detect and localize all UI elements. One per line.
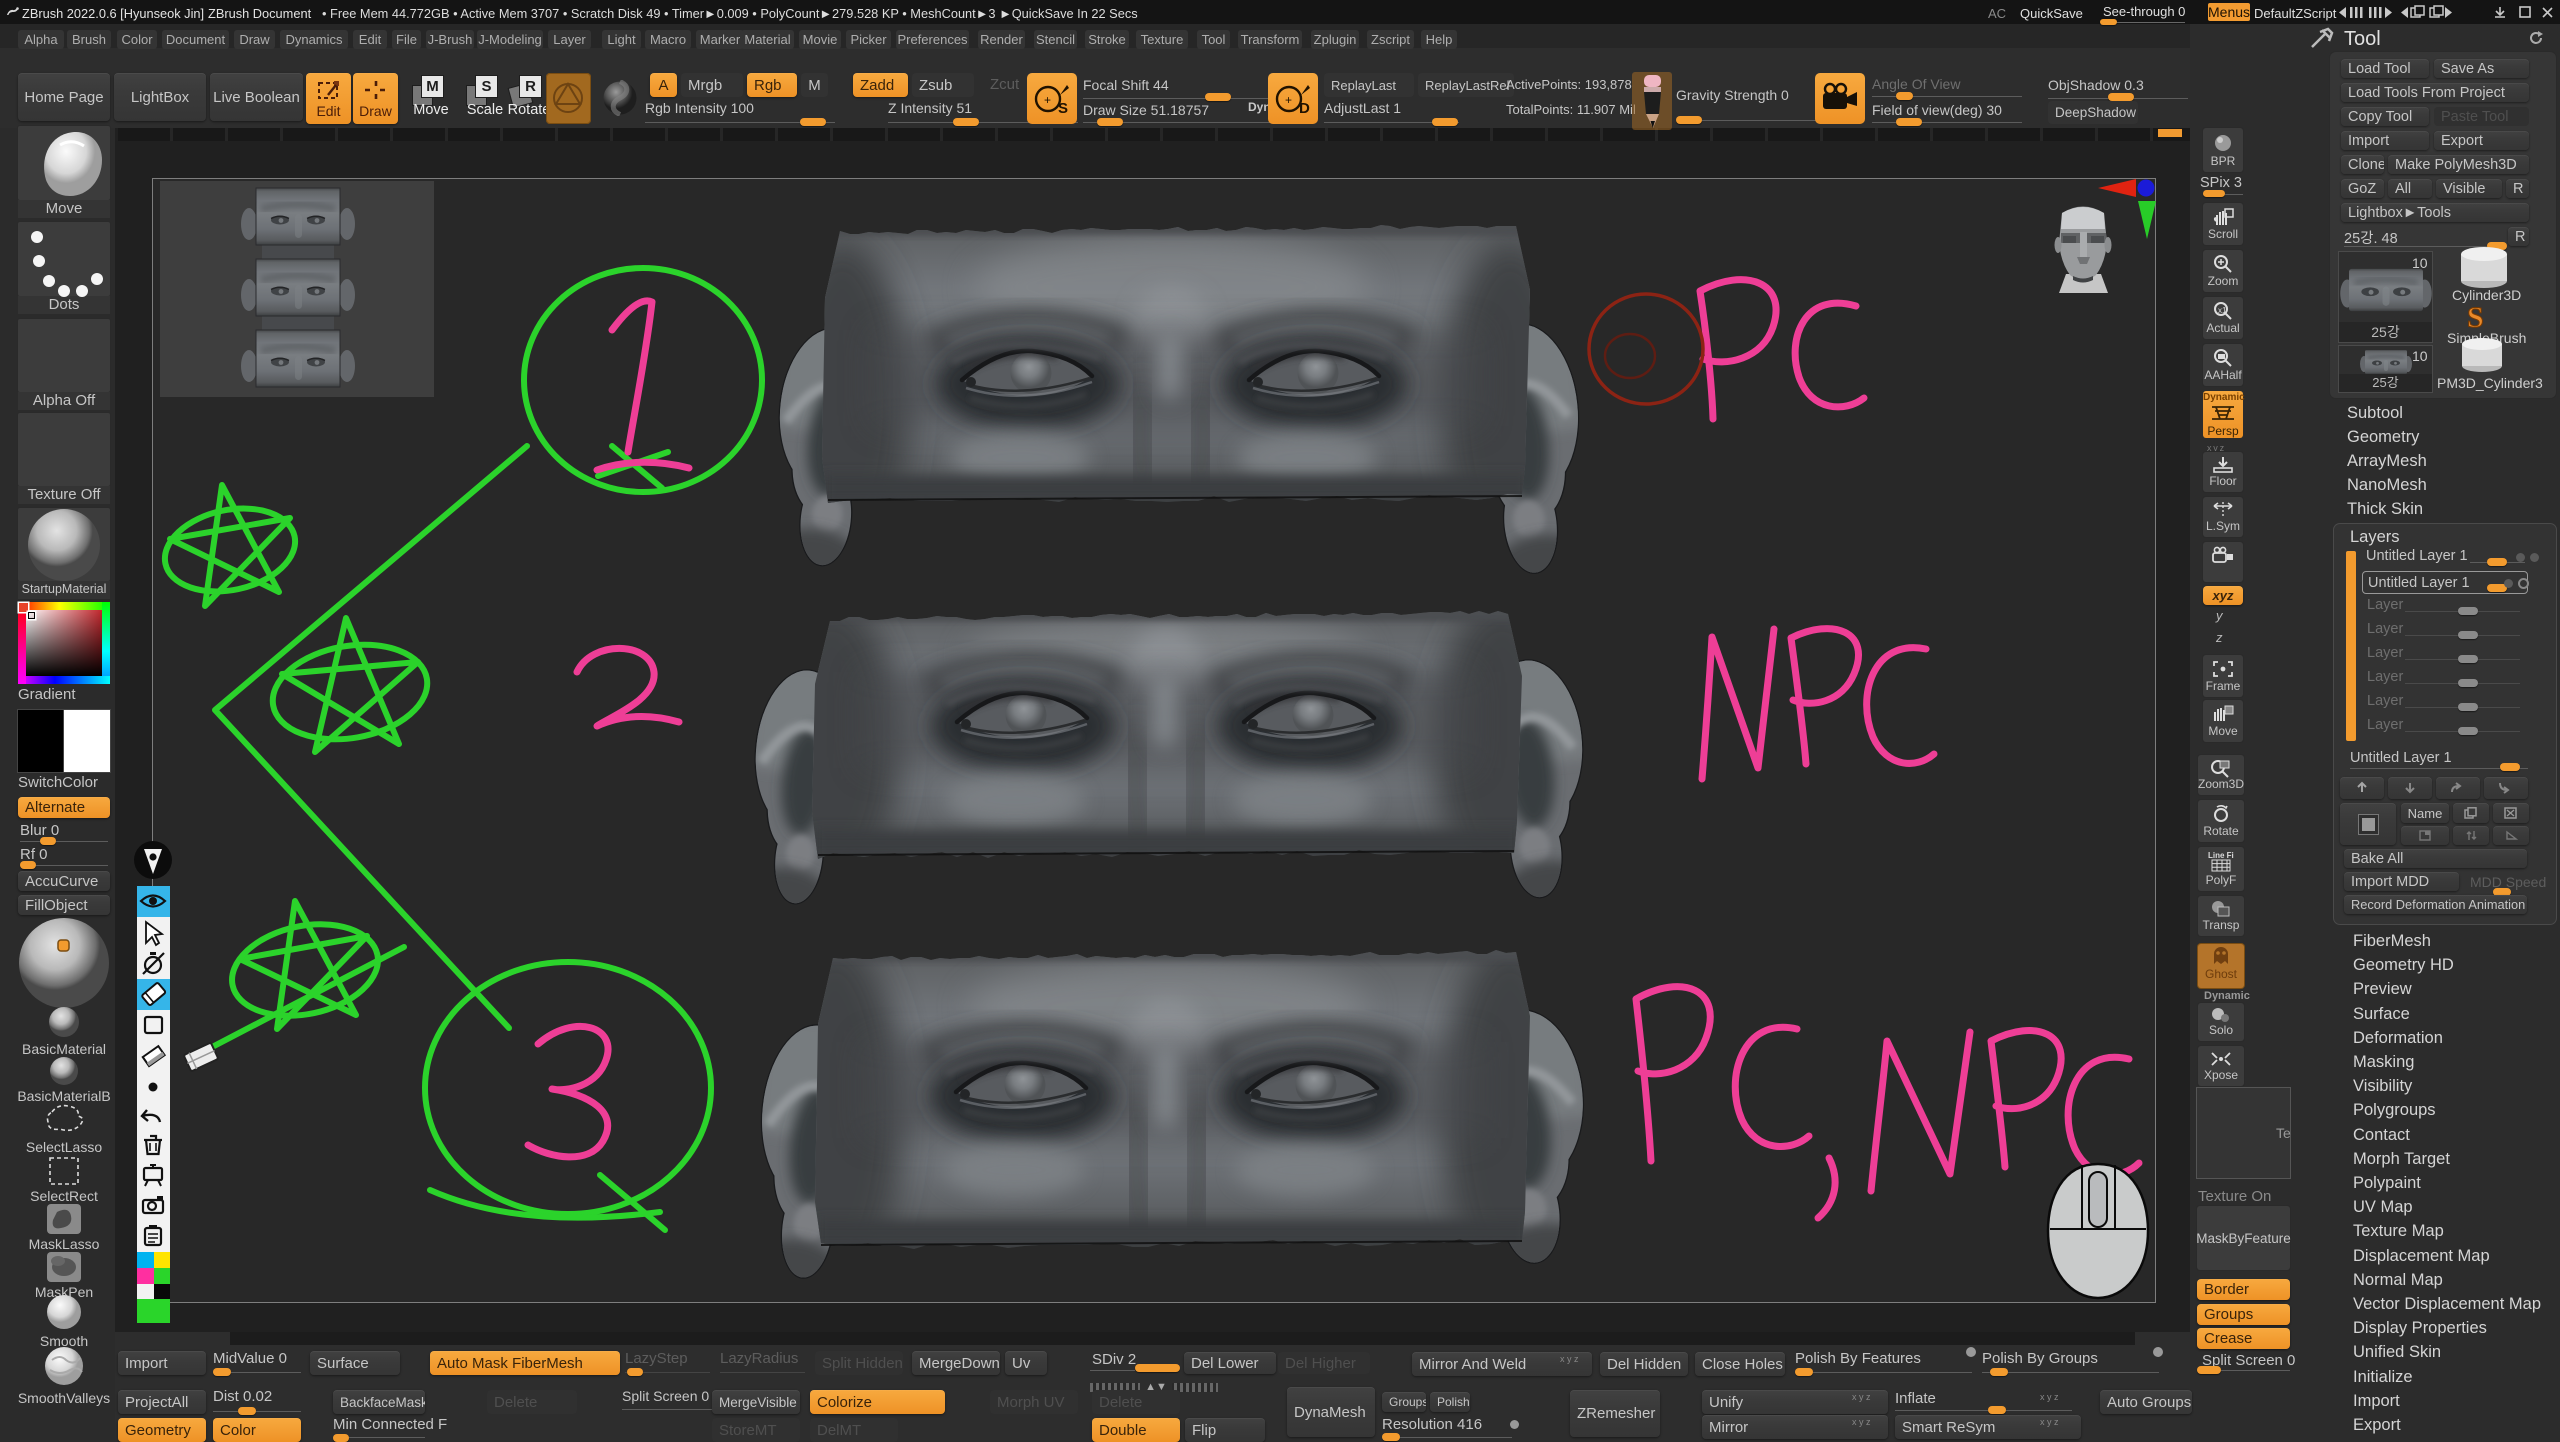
svg-text:+: +: [1285, 93, 1292, 107]
svg-text:Line Fill: Line Fill: [2208, 851, 2234, 860]
svg-text:x1: x1: [2218, 306, 2227, 315]
svg-text:D: D: [1299, 100, 1310, 117]
svg-text:+: +: [1044, 93, 1051, 107]
svg-text:S: S: [1058, 100, 1068, 117]
